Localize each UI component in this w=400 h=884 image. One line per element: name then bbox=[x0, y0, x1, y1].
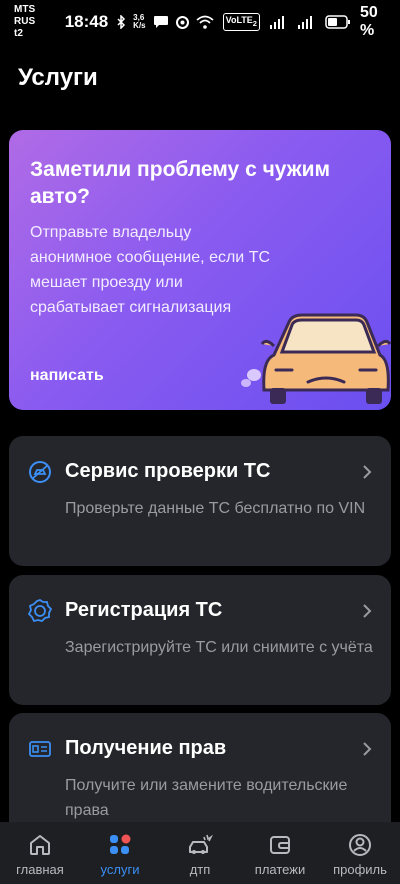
volte-label: VoLTE bbox=[225, 15, 253, 26]
service-title: Сервис проверки ТС bbox=[65, 460, 271, 482]
signal-icon bbox=[269, 15, 285, 29]
tab-profile[interactable]: профиль bbox=[320, 822, 400, 884]
promo-card[interactable]: Заметили проблему с чужим авто? Отправьт… bbox=[9, 130, 391, 410]
badge-icon bbox=[28, 599, 52, 623]
page-title: Услуги bbox=[18, 64, 98, 91]
accident-icon bbox=[189, 834, 213, 854]
tab-home[interactable]: главная bbox=[0, 822, 80, 884]
battery-percent: 50 % bbox=[359, 4, 378, 39]
chat-icon bbox=[153, 15, 169, 29]
wifi-icon bbox=[196, 15, 214, 29]
carrier-name: MTS RUS bbox=[14, 4, 36, 27]
wallet-icon bbox=[270, 836, 290, 854]
chevron-right-icon bbox=[363, 604, 372, 618]
home-icon bbox=[30, 835, 50, 855]
carrier-secondary: t2 bbox=[14, 28, 23, 39]
services-icon bbox=[110, 834, 131, 854]
net-speed-unit: K/s bbox=[133, 21, 146, 30]
service-description: Зарегистрируйте ТС или снимите с учёта bbox=[65, 639, 373, 656]
volte-sub: 2 bbox=[252, 18, 257, 28]
car-illustration bbox=[241, 313, 391, 404]
bottom-tab-bar: главная услуги дтп платежи профиль bbox=[0, 822, 400, 884]
battery-icon bbox=[325, 15, 351, 29]
tab-payments[interactable]: платежи bbox=[240, 822, 320, 884]
tab-label: главная bbox=[16, 862, 64, 877]
tab-label: платежи bbox=[254, 862, 306, 877]
carrier: MTS RUS t2 bbox=[14, 4, 57, 40]
tab-services[interactable]: услуги bbox=[80, 822, 160, 884]
sync-icon bbox=[175, 15, 190, 30]
tab-label: дтп bbox=[189, 862, 211, 877]
bluetooth-icon bbox=[117, 15, 126, 29]
volte-indicator: VoLTE2 bbox=[222, 13, 260, 31]
status-bar: MTS RUS t2 18:48 3,6 K/s VoLTE2 50 % bbox=[0, 0, 400, 44]
profile-icon bbox=[349, 834, 371, 856]
service-description: Проверьте данные ТС бесплатно по VIN bbox=[65, 500, 366, 517]
tab-label: услуги bbox=[100, 862, 140, 877]
chevron-right-icon bbox=[363, 465, 372, 479]
service-title: Регистрация ТС bbox=[65, 599, 223, 621]
promo-title: Заметили проблему с чужим авто? bbox=[30, 158, 331, 208]
chevron-right-icon bbox=[363, 742, 372, 756]
signal-icon bbox=[297, 15, 313, 29]
tab-label: профиль bbox=[333, 862, 387, 877]
net-speed: 3,6 K/s bbox=[133, 14, 145, 30]
service-card-vehicle-check[interactable]: Сервис проверки ТС Проверьте данные ТС б… bbox=[9, 436, 391, 566]
service-card-registration[interactable]: Регистрация ТС Зарегистрируйте ТС или сн… bbox=[9, 575, 391, 705]
clock: 18:48 bbox=[64, 12, 109, 31]
license-icon bbox=[29, 741, 51, 757]
service-description: Получите или замените водительские права bbox=[65, 777, 348, 819]
service-title: Получение прав bbox=[65, 737, 227, 759]
car-check-icon bbox=[29, 461, 51, 483]
tab-accident[interactable]: дтп bbox=[160, 822, 240, 884]
write-button[interactable]: написать bbox=[30, 367, 104, 385]
